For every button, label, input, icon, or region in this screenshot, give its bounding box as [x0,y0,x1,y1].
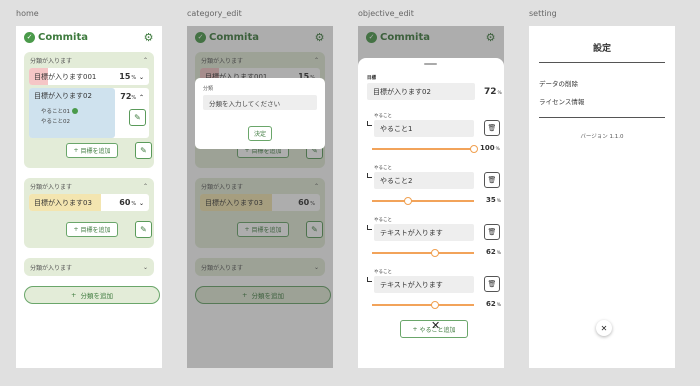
menu-item-license[interactable]: ライセンス情報 [539,96,584,106]
edit-category-button[interactable]: ✎ [135,221,152,238]
add-category-button[interactable]: + 分類を追加 [24,286,160,304]
version-label: バージョン 1.1.0 [580,134,624,140]
category-input[interactable]: 分類を入力してください [203,95,317,110]
category-name: 分類が入ります [30,183,73,191]
objective-percent: 15% ⌄ [119,72,144,81]
chevron-up-icon[interactable]: ⌃ [143,57,148,64]
add-objective-button[interactable]: + 目標を追加 [66,222,118,237]
app-logo: ✓ Commita [24,31,89,43]
add-objective-button[interactable]: + 目標を追加 [66,143,118,158]
tree-corner-icon [367,277,372,282]
tree-corner-icon [367,173,372,178]
chevron-down-icon[interactable]: ⌄ [143,264,148,271]
progress-slider[interactable] [372,249,474,257]
plus-icon: + [412,325,418,333]
tree-corner-icon [367,225,372,230]
setting-screen: 設定 データの削除 ライセンス情報 バージョン 1.1.0 ✕ [529,26,675,368]
plus-icon: + [73,226,79,233]
check-icon [72,108,78,114]
todo-percent: 62% [486,300,502,308]
category-name: 分類が入ります [30,57,73,65]
pencil-icon: ✎ [140,146,147,155]
objective-name: 目標が入ります001 [34,72,97,81]
trash-icon[interactable]: 🗑 [484,276,500,292]
slider-knob[interactable] [403,197,412,205]
todo-input[interactable]: テキストが入ります [374,276,474,293]
todo-percent: 62% [486,248,502,256]
todo-percent: 100% [480,144,500,152]
objective-name: 目標が入ります02 [34,92,92,100]
progress-slider[interactable] [372,197,474,205]
frame-label-category-edit: category_edit [187,9,242,18]
objective-field-label: 目標 [367,76,376,81]
confirm-button[interactable]: 決定 [248,126,272,141]
close-icon[interactable]: ✕ [596,320,612,336]
page-title: 設定 [592,44,611,54]
category-header[interactable]: 分類が入ります ⌄ [24,258,154,276]
objective-edit-screen: ✓ Commita ⚙ 目標 目標が入ります02 72% やること やること1 … [358,26,504,368]
objective-percent: 60% ⌄ [119,198,144,207]
todo-input[interactable]: テキストが入ります [374,224,474,241]
home-screen: ✓ Commita ⚙ 分類が入ります ⌃ 目標が入ります001 15% ⌄ 目… [16,26,162,368]
menu-item-delete-data[interactable]: データの削除 [539,78,578,88]
category-dialog: 分類 分類を入力してください 決定 [195,78,325,149]
category-header[interactable]: 分類が入ります ⌃ [24,178,154,194]
todo-item: やること01 [41,107,78,115]
objective-name: 目標が入ります03 [34,198,92,207]
todo-item: やること02 [41,119,70,125]
category-card-1: 分類が入ります ⌃ 目標が入ります001 15% ⌄ 目標が入ります02 72%… [24,52,154,168]
edit-category-button[interactable]: ✎ [135,142,152,159]
app-header: ✓ Commita ⚙ [16,26,162,48]
progress-slider[interactable] [372,301,474,309]
todo-field-label: やること [374,114,392,119]
frame-label-home: home [16,9,39,18]
objective-percent: 72% [484,87,502,97]
objective-input[interactable]: 目標が入ります02 [367,83,475,100]
slider-knob[interactable] [431,301,440,309]
chevron-up-icon[interactable]: ⌃ [143,183,148,190]
objective-edit-sheet: 目標 目標が入ります02 72% やること やること1 🗑 100% やること … [358,58,504,368]
gear-icon[interactable]: ⚙ [143,32,154,43]
category-edit-screen: ✓ Commita ⚙ 分類が入ります⌃ 目標が入ります00115% +目標を追… [187,26,333,368]
close-icon[interactable]: ✕ [431,319,440,332]
app-title: Commita [38,31,89,43]
frame-label-setting: setting [529,9,557,18]
trash-icon[interactable]: 🗑 [484,172,500,188]
sheet-handle[interactable] [424,63,437,65]
todo-input[interactable]: やること2 [374,172,474,189]
trash-icon[interactable]: 🗑 [484,120,500,136]
pencil-icon: ✎ [134,113,141,122]
slider-knob[interactable] [470,145,478,153]
divider [539,117,665,118]
category-header[interactable]: 分類が入ります ⌃ [24,52,154,68]
todo-field-label: やること [374,166,392,171]
todo-input[interactable]: やること1 [374,120,474,137]
todo-field-label: やること [374,270,392,275]
pencil-icon: ✎ [140,225,147,234]
objective-percent: 72% ⌃ [120,91,144,101]
slider-knob[interactable] [431,249,440,257]
plus-icon: + [71,291,77,299]
chevron-up-icon[interactable]: ⌃ [139,94,144,101]
chevron-down-icon[interactable]: ⌄ [139,74,144,81]
trash-icon[interactable]: 🗑 [484,224,500,240]
edit-objective-button[interactable]: ✎ [129,109,146,126]
category-card-3[interactable]: 分類が入ります ⌄ [24,258,154,276]
tree-corner-icon [367,121,372,126]
category-name: 分類が入ります [30,264,73,272]
category-field-label: 分類 [203,86,214,92]
chevron-down-icon[interactable]: ⌄ [139,200,144,207]
category-card-2: 分類が入ります ⌃ 目標が入ります03 60% ⌄ + 目標を追加 ✎ [24,178,154,248]
plus-icon: + [73,147,79,154]
objective-row-expanded[interactable]: 目標が入ります02 72% ⌃ やること01 やること02 ✎ [29,88,149,138]
todo-percent: 35% [486,196,502,204]
objective-row[interactable]: 目標が入ります03 60% ⌄ [29,194,149,211]
todo-field-label: やること [374,218,392,223]
objective-row[interactable]: 目標が入ります001 15% ⌄ [29,68,149,85]
divider [539,62,665,63]
progress-slider[interactable] [372,145,478,153]
frame-label-objective-edit: objective_edit [358,9,414,18]
check-logo-icon: ✓ [24,31,35,43]
